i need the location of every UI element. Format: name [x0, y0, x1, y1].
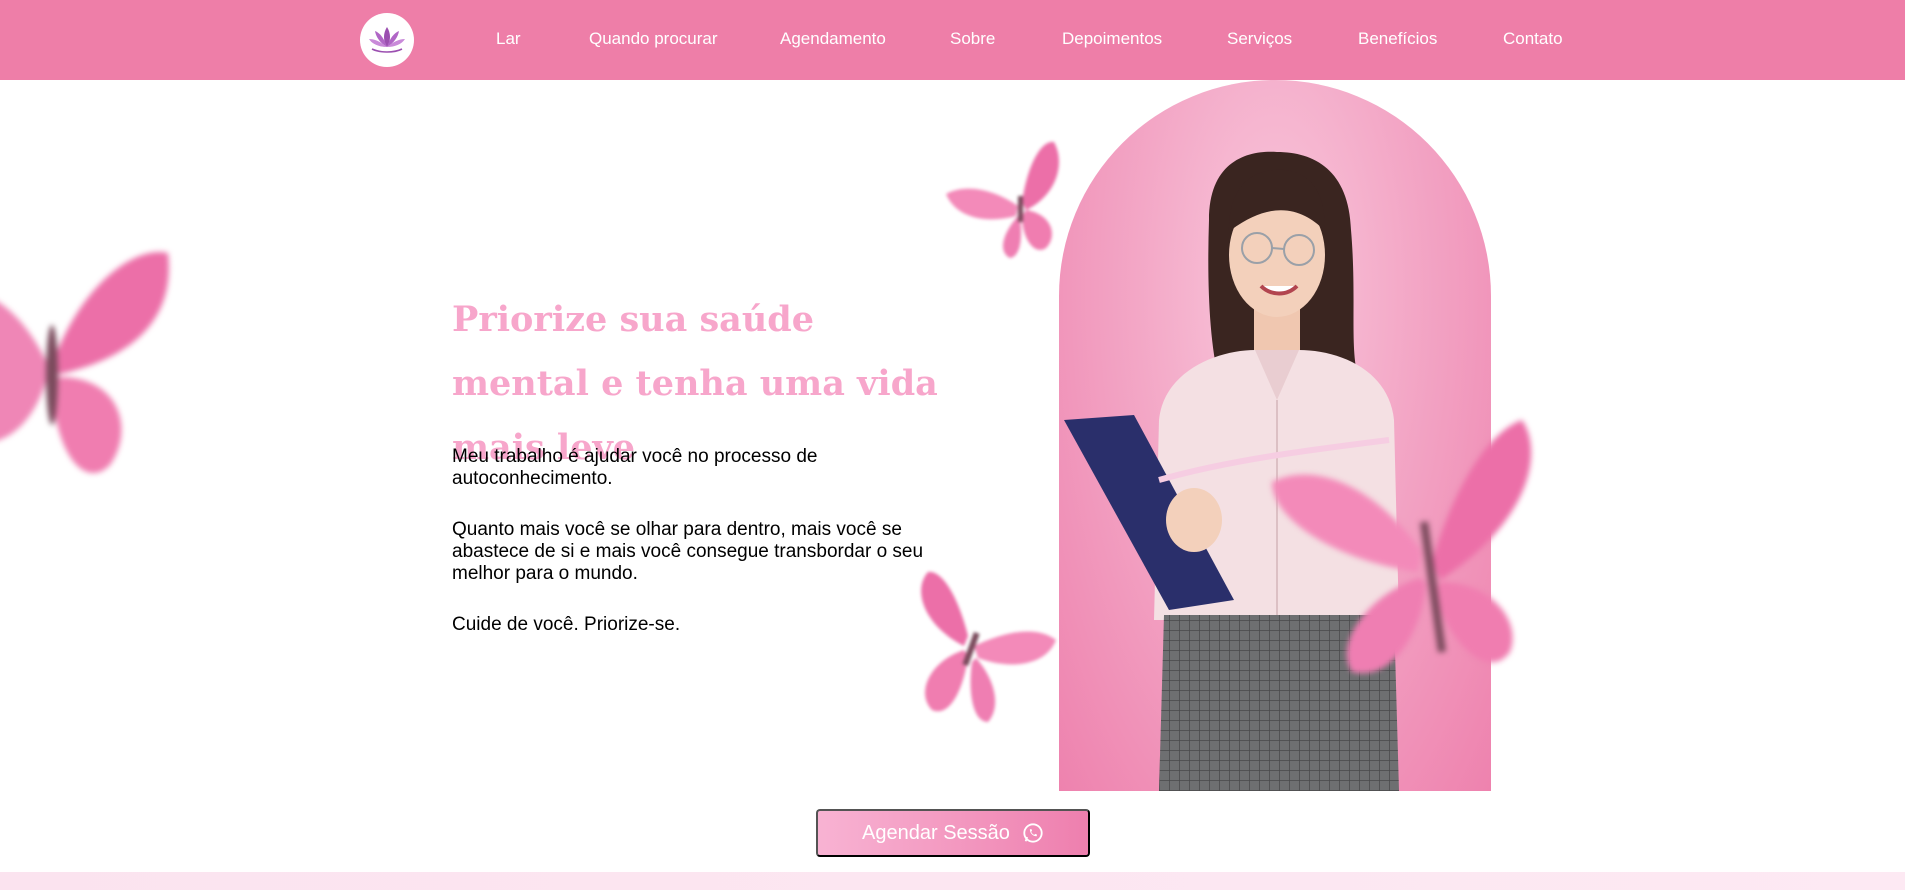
hero-paragraph-2: Quanto mais você se olhar para dentro, m…: [452, 519, 924, 584]
nav-link-quando-procurar[interactable]: Quando procurar: [589, 29, 718, 49]
nav-link-depoimentos[interactable]: Depoimentos: [1062, 29, 1162, 49]
nav-link-servicos[interactable]: Serviços: [1227, 29, 1292, 49]
hero-paragraph-1: Meu trabalho é ajudar você no processo d…: [452, 446, 818, 489]
navbar: Lar Quando procurar Agendamento Sobre De…: [0, 0, 1905, 80]
whatsapp-icon: [1023, 823, 1043, 843]
schedule-session-label: Agendar Sessão: [862, 821, 1010, 844]
nav-link-agendamento[interactable]: Agendamento: [780, 29, 886, 49]
butterfly-middle-decoration: [921, 571, 1056, 722]
nav-link-sobre[interactable]: Sobre: [950, 29, 995, 49]
nav-link-beneficios[interactable]: Benefícios: [1358, 29, 1437, 49]
logo[interactable]: [360, 13, 414, 67]
butterfly-left-decoration: [0, 251, 169, 474]
hero-paragraph-3: Cuide de você. Priorize-se.: [452, 614, 681, 635]
next-section-edge: [0, 872, 1905, 890]
butterfly-top-decoration: [946, 141, 1059, 258]
nav-link-contato[interactable]: Contato: [1503, 29, 1563, 49]
nav-link-lar[interactable]: Lar: [496, 29, 521, 49]
lotus-icon: [369, 27, 405, 53]
schedule-session-button[interactable]: Agendar Sessão: [816, 809, 1090, 857]
butterfly-right-decoration: [1272, 420, 1532, 674]
